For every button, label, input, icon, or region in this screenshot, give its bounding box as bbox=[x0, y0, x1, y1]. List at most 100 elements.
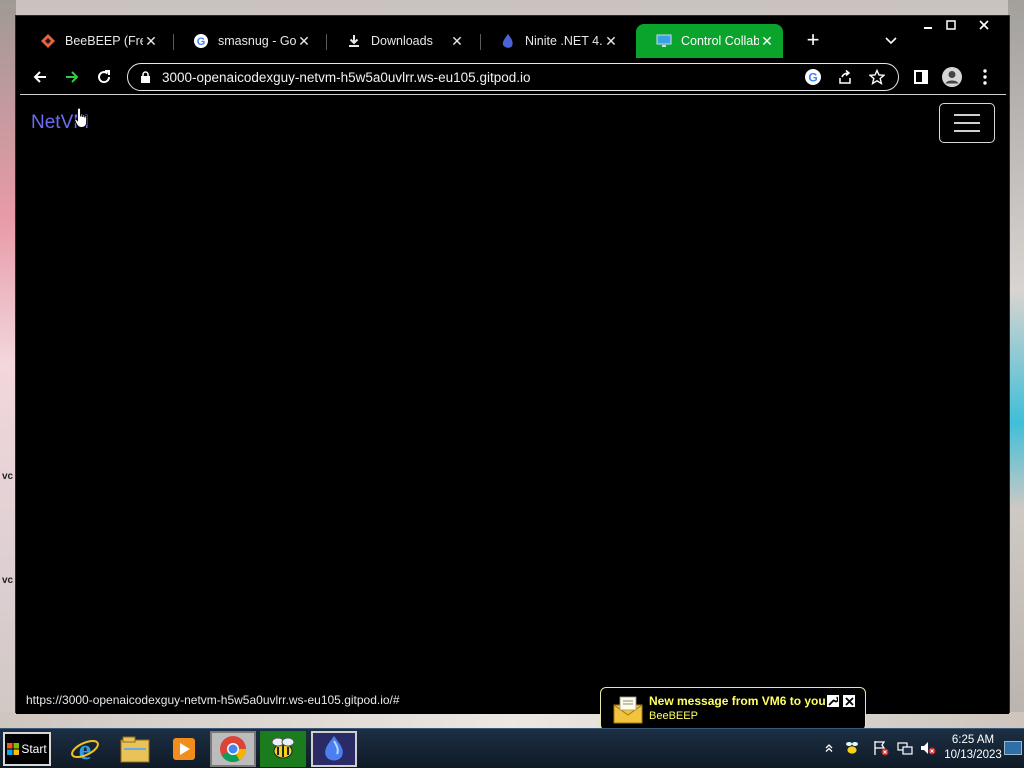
avatar-icon bbox=[942, 67, 962, 87]
bookmark-star-icon[interactable] bbox=[866, 66, 888, 88]
start-label: Start bbox=[21, 742, 47, 756]
tab-title: Control Collabor bbox=[681, 34, 759, 48]
tab-control-collaboration[interactable]: Control Collabor ✕ bbox=[636, 24, 783, 58]
beebeep-icon bbox=[40, 33, 56, 49]
hamburger-line bbox=[954, 114, 980, 116]
minimize-icon bbox=[924, 27, 932, 29]
tab-title: BeeBEEP (Free O bbox=[65, 34, 143, 48]
chevron-up-icon bbox=[825, 744, 833, 752]
share-icon[interactable] bbox=[834, 66, 856, 88]
tab-ninite[interactable]: Ninite .NET 4.8 . ✕ bbox=[480, 24, 627, 58]
side-panel-icon bbox=[914, 70, 928, 84]
desktop-wallpaper-left bbox=[0, 0, 16, 728]
tab-downloads[interactable]: Downloads ✕ bbox=[326, 24, 473, 58]
windows-logo-icon bbox=[7, 743, 20, 755]
flag-error-icon bbox=[874, 741, 889, 756]
google-icon: G bbox=[193, 33, 209, 49]
lock-icon[interactable] bbox=[138, 70, 152, 84]
taskbar-file-explorer[interactable] bbox=[112, 731, 158, 767]
ninite-icon bbox=[500, 33, 516, 49]
more-vertical-icon bbox=[983, 69, 987, 85]
browser-window: BeeBEEP (Free O ✕ G smasnug - Goog ✕ Dow… bbox=[15, 15, 1010, 714]
browser-toolbar: 3000-openaicodexguy-netvm-h5w5a0uvlrr.ws… bbox=[16, 60, 1009, 94]
desktop-wallpaper-right bbox=[1008, 0, 1024, 728]
close-icon[interactable]: ✕ bbox=[759, 33, 775, 49]
taskbar-chrome[interactable] bbox=[210, 731, 256, 767]
maximize-button[interactable] bbox=[936, 16, 966, 34]
network-icon bbox=[897, 742, 913, 755]
hamburger-line bbox=[954, 122, 980, 124]
tray-beebeep[interactable] bbox=[843, 739, 861, 757]
system-clock[interactable]: 6:25 AM 10/13/2023 bbox=[940, 733, 1006, 763]
profile-button[interactable] bbox=[940, 65, 964, 89]
arrow-right-icon bbox=[66, 71, 79, 83]
download-icon bbox=[346, 33, 362, 49]
tray-network[interactable] bbox=[896, 739, 914, 757]
taskbar-media-player[interactable] bbox=[161, 731, 207, 767]
new-tab-button[interactable]: + bbox=[802, 29, 824, 52]
side-panel-button[interactable] bbox=[909, 65, 933, 89]
close-icon[interactable]: ✕ bbox=[449, 33, 465, 49]
chevron-down-icon bbox=[885, 37, 897, 45]
tray-volume[interactable] bbox=[919, 739, 937, 757]
notification-close-button[interactable] bbox=[842, 694, 856, 708]
ninite-icon bbox=[325, 736, 343, 761]
close-icon bbox=[979, 20, 989, 30]
close-icon[interactable]: ✕ bbox=[603, 33, 619, 49]
tab-google-search[interactable]: G smasnug - Goog ✕ bbox=[173, 24, 320, 58]
address-bar[interactable]: 3000-openaicodexguy-netvm-h5w5a0uvlrr.ws… bbox=[127, 63, 899, 91]
envelope-icon bbox=[613, 696, 643, 724]
hand-cursor-icon bbox=[74, 107, 88, 128]
reload-button[interactable] bbox=[92, 65, 116, 89]
show-desktop-button[interactable] bbox=[1004, 741, 1022, 755]
beebeep-notification[interactable]: New message from VM6 to you BeeBEEP bbox=[600, 687, 866, 731]
start-button[interactable]: Start bbox=[3, 732, 51, 766]
file-explorer-icon bbox=[120, 736, 150, 763]
chrome-icon bbox=[220, 736, 247, 763]
maximize-icon bbox=[946, 20, 956, 30]
tab-search-button[interactable] bbox=[880, 30, 902, 52]
close-icon[interactable]: ✕ bbox=[143, 33, 159, 49]
taskbar: Start e 6:25 AM 10/13/2023 bbox=[0, 728, 1024, 768]
menu-button[interactable] bbox=[973, 65, 997, 89]
notification-source: BeeBEEP bbox=[649, 710, 698, 722]
hamburger-line bbox=[954, 130, 980, 132]
navbar-toggle-button[interactable] bbox=[939, 103, 995, 143]
volume-muted-icon bbox=[921, 742, 936, 755]
wrench-icon bbox=[828, 696, 838, 706]
internet-explorer-icon: e bbox=[71, 735, 99, 764]
tab-title: Ninite .NET 4.8 . bbox=[525, 34, 603, 48]
back-button[interactable] bbox=[28, 65, 52, 89]
tab-title: smasnug - Goog bbox=[218, 34, 296, 48]
close-window-button[interactable] bbox=[969, 16, 999, 34]
bee-icon bbox=[846, 742, 858, 755]
taskbar-beebeep[interactable] bbox=[260, 731, 306, 767]
close-icon bbox=[844, 696, 854, 706]
google-lens-icon[interactable]: G bbox=[802, 66, 824, 88]
beebeep-icon bbox=[271, 737, 295, 759]
web-page: NetVM https://3000-openaicodexguy-netvm-… bbox=[16, 95, 1009, 714]
close-icon[interactable]: ✕ bbox=[296, 33, 312, 49]
status-bar-url: https://3000-openaicodexguy-netvm-h5w5a0… bbox=[20, 691, 406, 709]
svg-text:e: e bbox=[79, 735, 91, 764]
clock-date: 10/13/2023 bbox=[944, 749, 1002, 761]
reload-icon bbox=[98, 70, 111, 84]
notification-title: New message from VM6 to you bbox=[649, 694, 826, 708]
desktop-wallpaper-bottom bbox=[0, 712, 1024, 728]
tab-beebeep[interactable]: BeeBEEP (Free O ✕ bbox=[20, 24, 167, 58]
arrow-left-icon bbox=[33, 71, 46, 83]
svg-text:G: G bbox=[808, 71, 817, 85]
tray-overflow-button[interactable] bbox=[820, 739, 838, 757]
monitor-icon bbox=[656, 33, 672, 49]
url-text[interactable]: 3000-openaicodexguy-netvm-h5w5a0uvlrr.ws… bbox=[162, 70, 802, 85]
notification-settings-button[interactable] bbox=[826, 694, 840, 708]
taskbar-internet-explorer[interactable]: e bbox=[62, 731, 108, 767]
tray-action-center[interactable] bbox=[872, 739, 890, 757]
forward-button[interactable] bbox=[60, 65, 84, 89]
clock-time: 6:25 AM bbox=[951, 734, 995, 746]
media-player-icon bbox=[173, 738, 195, 760]
tab-title: Downloads bbox=[371, 34, 433, 48]
tab-strip: BeeBEEP (Free O ✕ G smasnug - Goog ✕ Dow… bbox=[16, 16, 1009, 60]
desktop-text-fragment: vc bbox=[2, 471, 14, 482]
taskbar-ninite[interactable] bbox=[311, 731, 357, 767]
